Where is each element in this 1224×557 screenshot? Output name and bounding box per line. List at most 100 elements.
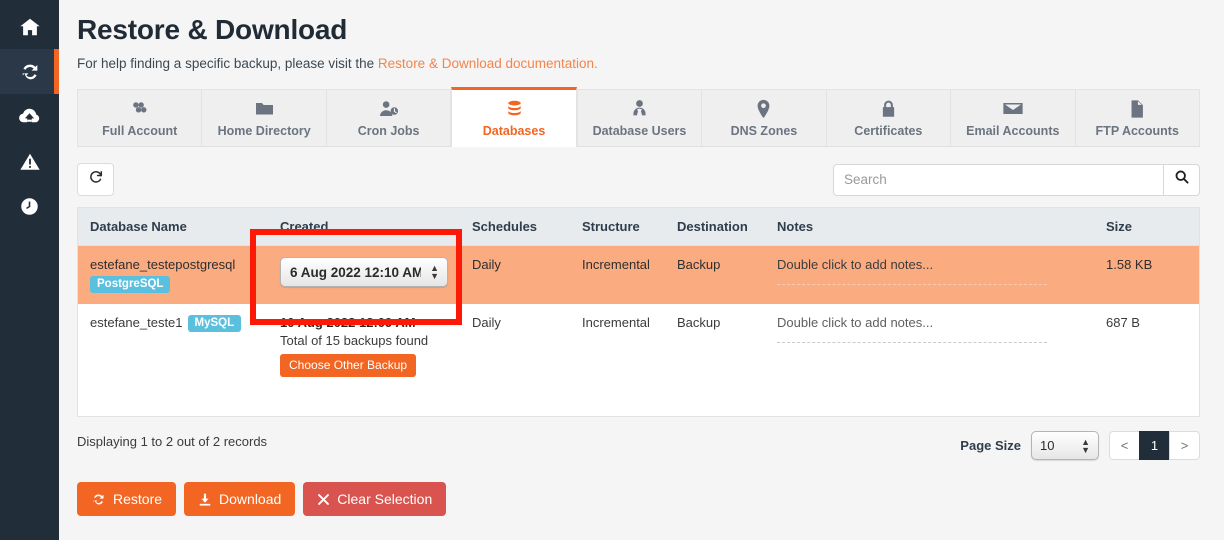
warning-icon (19, 151, 41, 173)
choose-other-backup-button[interactable]: Choose Other Backup (280, 354, 417, 378)
database-icon (505, 99, 524, 119)
backups-table: Database Name Created Schedules Structur… (77, 207, 1200, 418)
tab-home-directory[interactable]: Home Directory (202, 89, 327, 147)
map-marker-icon (756, 99, 771, 119)
tab-databases[interactable]: Databases (451, 87, 577, 148)
cell-size: 1.58 KB (1106, 257, 1153, 273)
column-header-destination[interactable]: Destination (665, 208, 765, 247)
pagination-prev[interactable]: < (1109, 431, 1140, 461)
database-name-text: estefane_testepostgresql (90, 257, 236, 273)
tab-certificates[interactable]: Certificates (826, 89, 952, 147)
table-row[interactable]: estefane_testepostgresql PostgreSQL 6 Au… (78, 245, 1199, 305)
tab-label: FTP Accounts (1095, 123, 1179, 138)
tab-label: Full Account (102, 123, 178, 138)
envelope-icon (1002, 99, 1024, 119)
page-title: Restore & Download (77, 14, 348, 45)
backup-count-text: Total of 15 backups found (280, 333, 429, 349)
engine-badge: PostgreSQL (90, 276, 171, 294)
user-tie-icon (630, 99, 649, 119)
cell-database-name: estefane_testepostgresql PostgreSQL (78, 246, 268, 305)
column-header-notes[interactable]: Notes (765, 208, 1094, 247)
restore-button[interactable]: Restore (77, 482, 177, 517)
cell-database-name: estefane_teste1 MySQL (78, 304, 268, 388)
table-toolbar (77, 163, 1200, 197)
cell-schedule: Daily (472, 257, 501, 273)
cubes-icon (130, 99, 150, 119)
column-header-created[interactable]: Created (268, 208, 460, 247)
column-header-structure[interactable]: Structure (570, 208, 665, 247)
refresh-button[interactable] (77, 163, 114, 197)
cloud-download-icon (18, 105, 41, 128)
cell-created: 6 Aug 2022 12:10 AM ▲ ▼ (268, 246, 460, 305)
sidebar-item-history[interactable] (0, 184, 59, 229)
pagination-page-1[interactable]: 1 (1139, 431, 1170, 461)
cell-destination: Backup (677, 257, 721, 273)
tab-label: Certificates (854, 123, 923, 138)
table-row[interactable]: estefane_teste1 MySQL 10 Aug 2022 12:09 A… (78, 304, 1199, 388)
sidebar-item-alerts[interactable] (0, 139, 59, 184)
cell-structure: Incremental (582, 257, 650, 273)
download-button[interactable]: Download (184, 482, 296, 517)
tab-dns-zones[interactable]: DNS Zones (702, 89, 827, 147)
download-icon (198, 492, 212, 507)
restore-button-label: Restore (113, 491, 163, 508)
application-window: Restore & Download For help finding a sp… (0, 0, 1224, 540)
sidebar-item-backups[interactable] (0, 94, 59, 139)
tab-label: Email Accounts (966, 123, 1060, 138)
page-size-select[interactable]: 10 (1031, 431, 1099, 461)
pagination-controls: Page Size 10 ▲ ▼ < 1 > (960, 431, 1200, 461)
tab-label: DNS Zones (730, 123, 798, 138)
sidebar-item-home[interactable] (0, 4, 59, 49)
sidebar-item-restore[interactable] (0, 49, 59, 94)
documentation-link[interactable]: Restore & Download documentation. (378, 56, 598, 71)
notes-placeholder[interactable]: Double click to add notes... (777, 315, 1047, 344)
column-header-size[interactable]: Size (1094, 208, 1199, 247)
notes-placeholder[interactable]: Double click to add notes... (777, 257, 1047, 286)
engine-badge: MySQL (187, 315, 242, 333)
cell-destination: Backup (677, 315, 721, 331)
tab-label: Home Directory (217, 123, 311, 138)
column-header-schedules[interactable]: Schedules (460, 208, 570, 247)
file-icon (1129, 99, 1145, 119)
tab-full-account[interactable]: Full Account (77, 89, 203, 147)
folder-icon (254, 99, 275, 119)
search-group (833, 163, 1200, 196)
tab-email-accounts[interactable]: Email Accounts (951, 89, 1076, 147)
pagination: < 1 > (1109, 431, 1200, 461)
clear-selection-button-label: Clear Selection (337, 491, 433, 508)
download-button-label: Download (219, 491, 282, 508)
tab-cron-jobs[interactable]: Cron Jobs (326, 89, 452, 147)
refresh-icon (88, 169, 104, 190)
column-header-database-name[interactable]: Database Name (78, 208, 268, 247)
lock-icon (880, 99, 897, 119)
pagination-next[interactable]: > (1169, 431, 1200, 461)
backup-date-text: 10 Aug 2022 12:09 AM (280, 315, 416, 331)
search-button[interactable] (1163, 163, 1200, 196)
database-name-text: estefane_teste1 (90, 315, 183, 331)
page-subtitle: For help finding a specific backup, plea… (77, 56, 1200, 71)
backup-date-select[interactable]: 6 Aug 2022 12:10 AM (280, 257, 448, 288)
tab-label: Database Users (592, 123, 687, 138)
table-header-row: Database Name Created Schedules Structur… (78, 208, 1199, 247)
table-filler-row (78, 388, 1199, 416)
sync-icon (19, 61, 41, 83)
main-content: Restore & Download For help finding a sp… (59, 0, 1224, 540)
clear-selection-button[interactable]: Clear Selection (303, 482, 447, 517)
cell-structure: Incremental (582, 315, 650, 331)
tab-label: Databases (482, 124, 546, 139)
backup-date-select-wrapper: 6 Aug 2022 12:10 AM ▲ ▼ (280, 257, 448, 288)
tab-ftp-accounts[interactable]: FTP Accounts (1075, 89, 1200, 147)
left-sidebar (0, 0, 59, 540)
cell-notes: Double click to add notes... (765, 304, 1094, 388)
records-count: Displaying 1 to 2 out of 2 records (77, 434, 268, 450)
tab-label: Cron Jobs (357, 123, 420, 138)
cell-notes: Double click to add notes... (765, 246, 1094, 305)
close-icon (317, 493, 330, 506)
page-subtitle-text: For help finding a specific backup, plea… (77, 56, 378, 72)
sync-icon (91, 492, 106, 507)
page-size-label: Page Size (960, 438, 1021, 454)
tab-database-users[interactable]: Database Users (576, 89, 703, 147)
search-icon (1174, 169, 1190, 190)
clock-icon (19, 196, 40, 217)
search-input[interactable] (833, 163, 1163, 196)
